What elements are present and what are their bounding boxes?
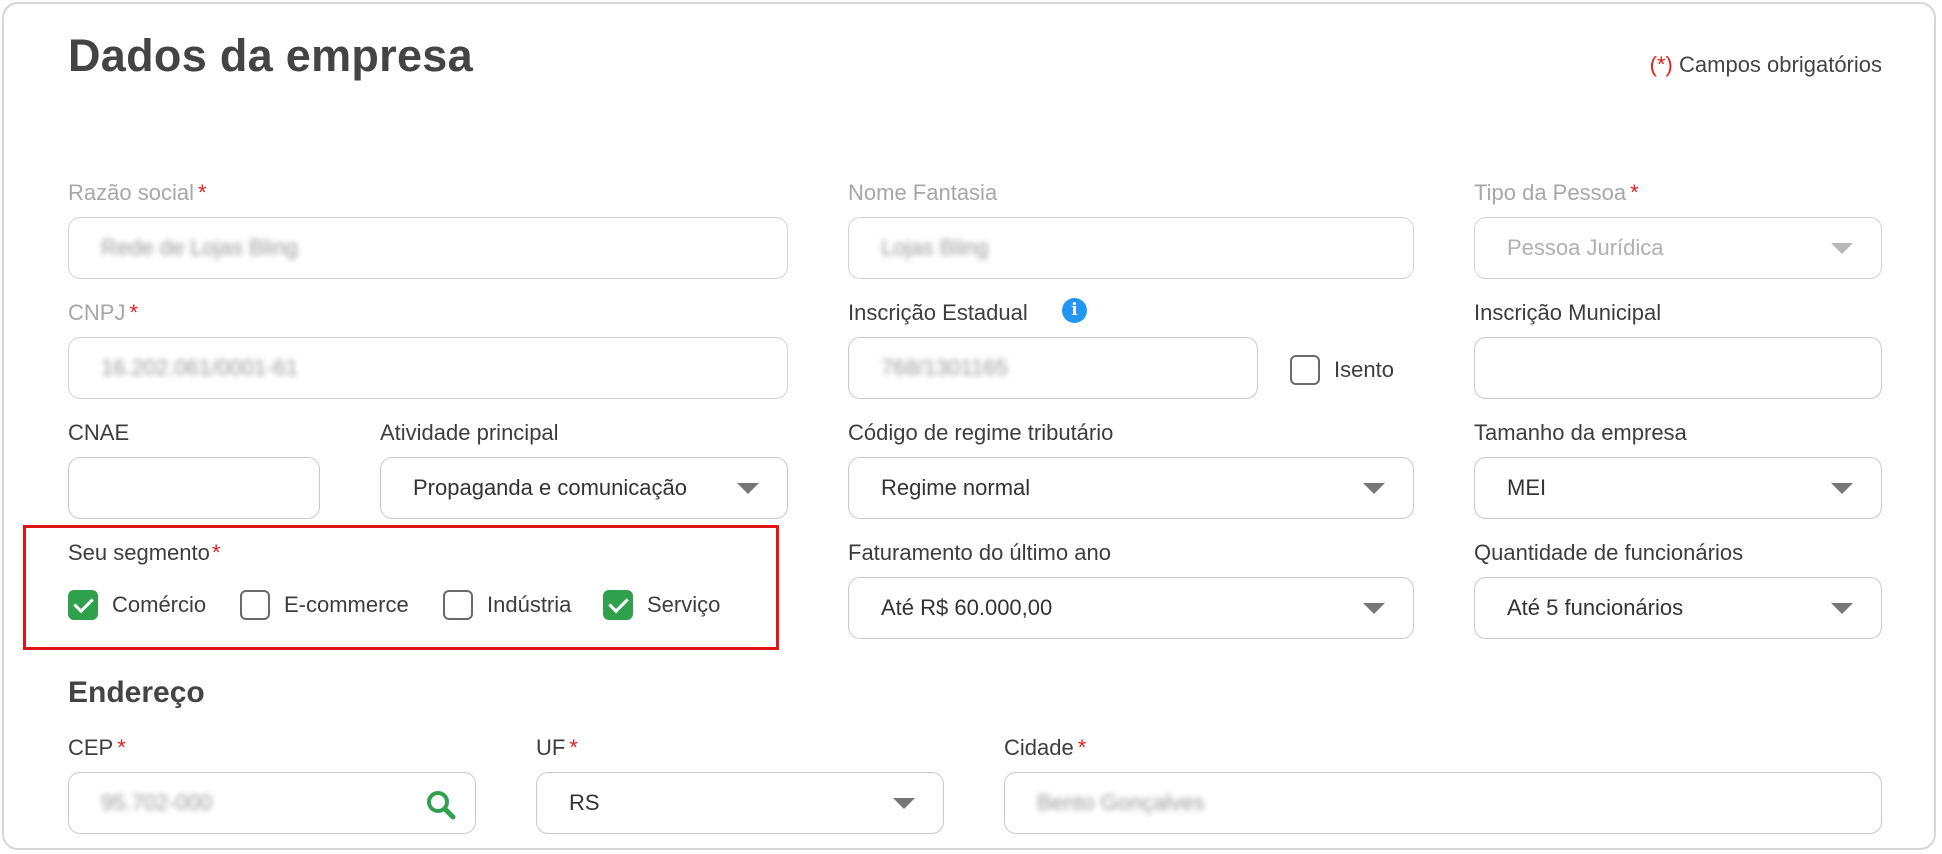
tamanho-empresa-label: Tamanho da empresa: [1474, 420, 1687, 445]
tipo-pessoa-select[interactable]: Pessoa Jurídica: [1474, 217, 1882, 279]
segment-servico-label: Serviço: [647, 592, 721, 617]
cnae-input[interactable]: [68, 457, 320, 519]
faturamento-value: Até R$ 60.000,00: [881, 595, 1053, 620]
nome-fantasia-input[interactable]: Lojas Bling: [848, 217, 1414, 279]
segmento-label-text: Seu segmento: [68, 540, 210, 565]
cnpj-value: 16.202.061/0001-61: [101, 355, 298, 380]
cnpj-label-text: CNPJ: [68, 300, 126, 325]
regime-tributario-select[interactable]: Regime normal: [848, 457, 1414, 519]
isento-checkbox[interactable]: [1290, 355, 1320, 385]
uf-label-text: UF: [536, 735, 566, 760]
inscricao-municipal-input[interactable]: [1474, 337, 1882, 399]
cnpj-input[interactable]: 16.202.061/0001-61: [68, 337, 788, 399]
cidade-label: Cidade *: [1004, 735, 1086, 761]
chevron-down-icon: [893, 798, 915, 809]
tamanho-empresa-value: MEI: [1507, 475, 1547, 500]
isento-label: Isento: [1334, 357, 1394, 382]
info-icon[interactable]: i: [1062, 298, 1087, 323]
required-star: *: [1077, 735, 1087, 760]
razao-social-label-text: Razão social: [68, 180, 194, 205]
page-title: Dados da empresa: [68, 30, 473, 81]
inscricao-estadual-input[interactable]: 768/1301165: [848, 337, 1258, 399]
required-fields-note: (*) Campos obrigatórios: [1650, 52, 1882, 78]
razao-social-label: Razão social *: [68, 180, 207, 206]
cep-input[interactable]: 95.702-000: [68, 772, 476, 834]
nome-fantasia-value: Lojas Bling: [881, 235, 989, 260]
chevron-down-icon: [1363, 483, 1385, 494]
faturamento-label: Faturamento do último ano: [848, 540, 1111, 565]
chevron-down-icon: [1831, 603, 1853, 614]
atividade-principal-label: Atividade principal: [380, 420, 559, 445]
nome-fantasia-label: Nome Fantasia: [848, 180, 998, 205]
regime-tributario-value: Regime normal: [881, 475, 1031, 500]
search-icon[interactable]: [425, 789, 457, 821]
tipo-pessoa-label-text: Tipo da Pessoa: [1474, 180, 1627, 205]
cidade-value: Bento Gonçalves: [1037, 790, 1205, 815]
address-section-title: Endereço: [68, 676, 205, 709]
chevron-down-icon: [1363, 603, 1385, 614]
tamanho-empresa-select[interactable]: MEI: [1474, 457, 1882, 519]
uf-select[interactable]: RS: [536, 772, 944, 834]
segment-comercio-label: Comércio: [112, 592, 207, 617]
required-star: *: [1630, 180, 1639, 205]
cidade-label-text: Cidade: [1004, 735, 1074, 760]
segment-industria-label: Indústria: [487, 592, 572, 617]
regime-tributario-label: Código de regime tributário: [848, 420, 1114, 445]
cnae-label: CNAE: [68, 420, 130, 445]
required-star: *: [117, 735, 126, 760]
cep-label-text: CEP: [68, 735, 114, 760]
funcionarios-value: Até 5 funcionários: [1507, 595, 1684, 620]
uf-label: UF *: [536, 735, 578, 761]
tipo-pessoa-label: Tipo da Pessoa *: [1474, 180, 1639, 206]
atividade-principal-value: Propaganda e comunicação: [413, 475, 687, 500]
required-star: *: [211, 540, 221, 565]
funcionarios-label: Quantidade de funcionários: [1474, 540, 1744, 565]
required-star: *: [197, 180, 207, 205]
faturamento-select[interactable]: Até R$ 60.000,00: [848, 577, 1414, 639]
cnpj-label: CNPJ *: [68, 300, 138, 326]
required-note-star: (*): [1649, 52, 1673, 77]
inscricao-estadual-value: 768/1301165: [881, 355, 1008, 380]
cep-value: 95.702-000: [101, 790, 213, 815]
segmento-label: Seu segmento*: [68, 540, 220, 566]
segment-ecommerce-label: E-commerce: [284, 592, 409, 617]
razao-social-value: Rede de Lojas Bling: [101, 235, 298, 260]
required-star: *: [569, 735, 578, 760]
atividade-principal-select[interactable]: Propaganda e comunicação: [380, 457, 788, 519]
chevron-down-icon: [1831, 483, 1853, 494]
chevron-down-icon: [737, 483, 759, 494]
cidade-input[interactable]: Bento Gonçalves: [1004, 772, 1882, 834]
inscricao-estadual-label: Inscrição Estadual: [848, 300, 1028, 325]
required-star: *: [129, 300, 139, 325]
razao-social-input[interactable]: Rede de Lojas Bling: [68, 217, 788, 279]
segment-industria-checkbox[interactable]: [443, 590, 473, 620]
tipo-pessoa-value: Pessoa Jurídica: [1507, 235, 1664, 260]
cep-label: CEP *: [68, 735, 126, 761]
segment-servico-checkbox[interactable]: [603, 590, 633, 620]
segment-comercio-checkbox[interactable]: [68, 590, 98, 620]
funcionarios-select[interactable]: Até 5 funcionários: [1474, 577, 1882, 639]
segment-ecommerce-checkbox[interactable]: [240, 590, 270, 620]
uf-value: RS: [569, 790, 600, 815]
required-note-text: Campos obrigatórios: [1679, 52, 1882, 77]
inscricao-municipal-label: Inscrição Municipal: [1474, 300, 1662, 325]
chevron-down-icon: [1831, 243, 1853, 254]
